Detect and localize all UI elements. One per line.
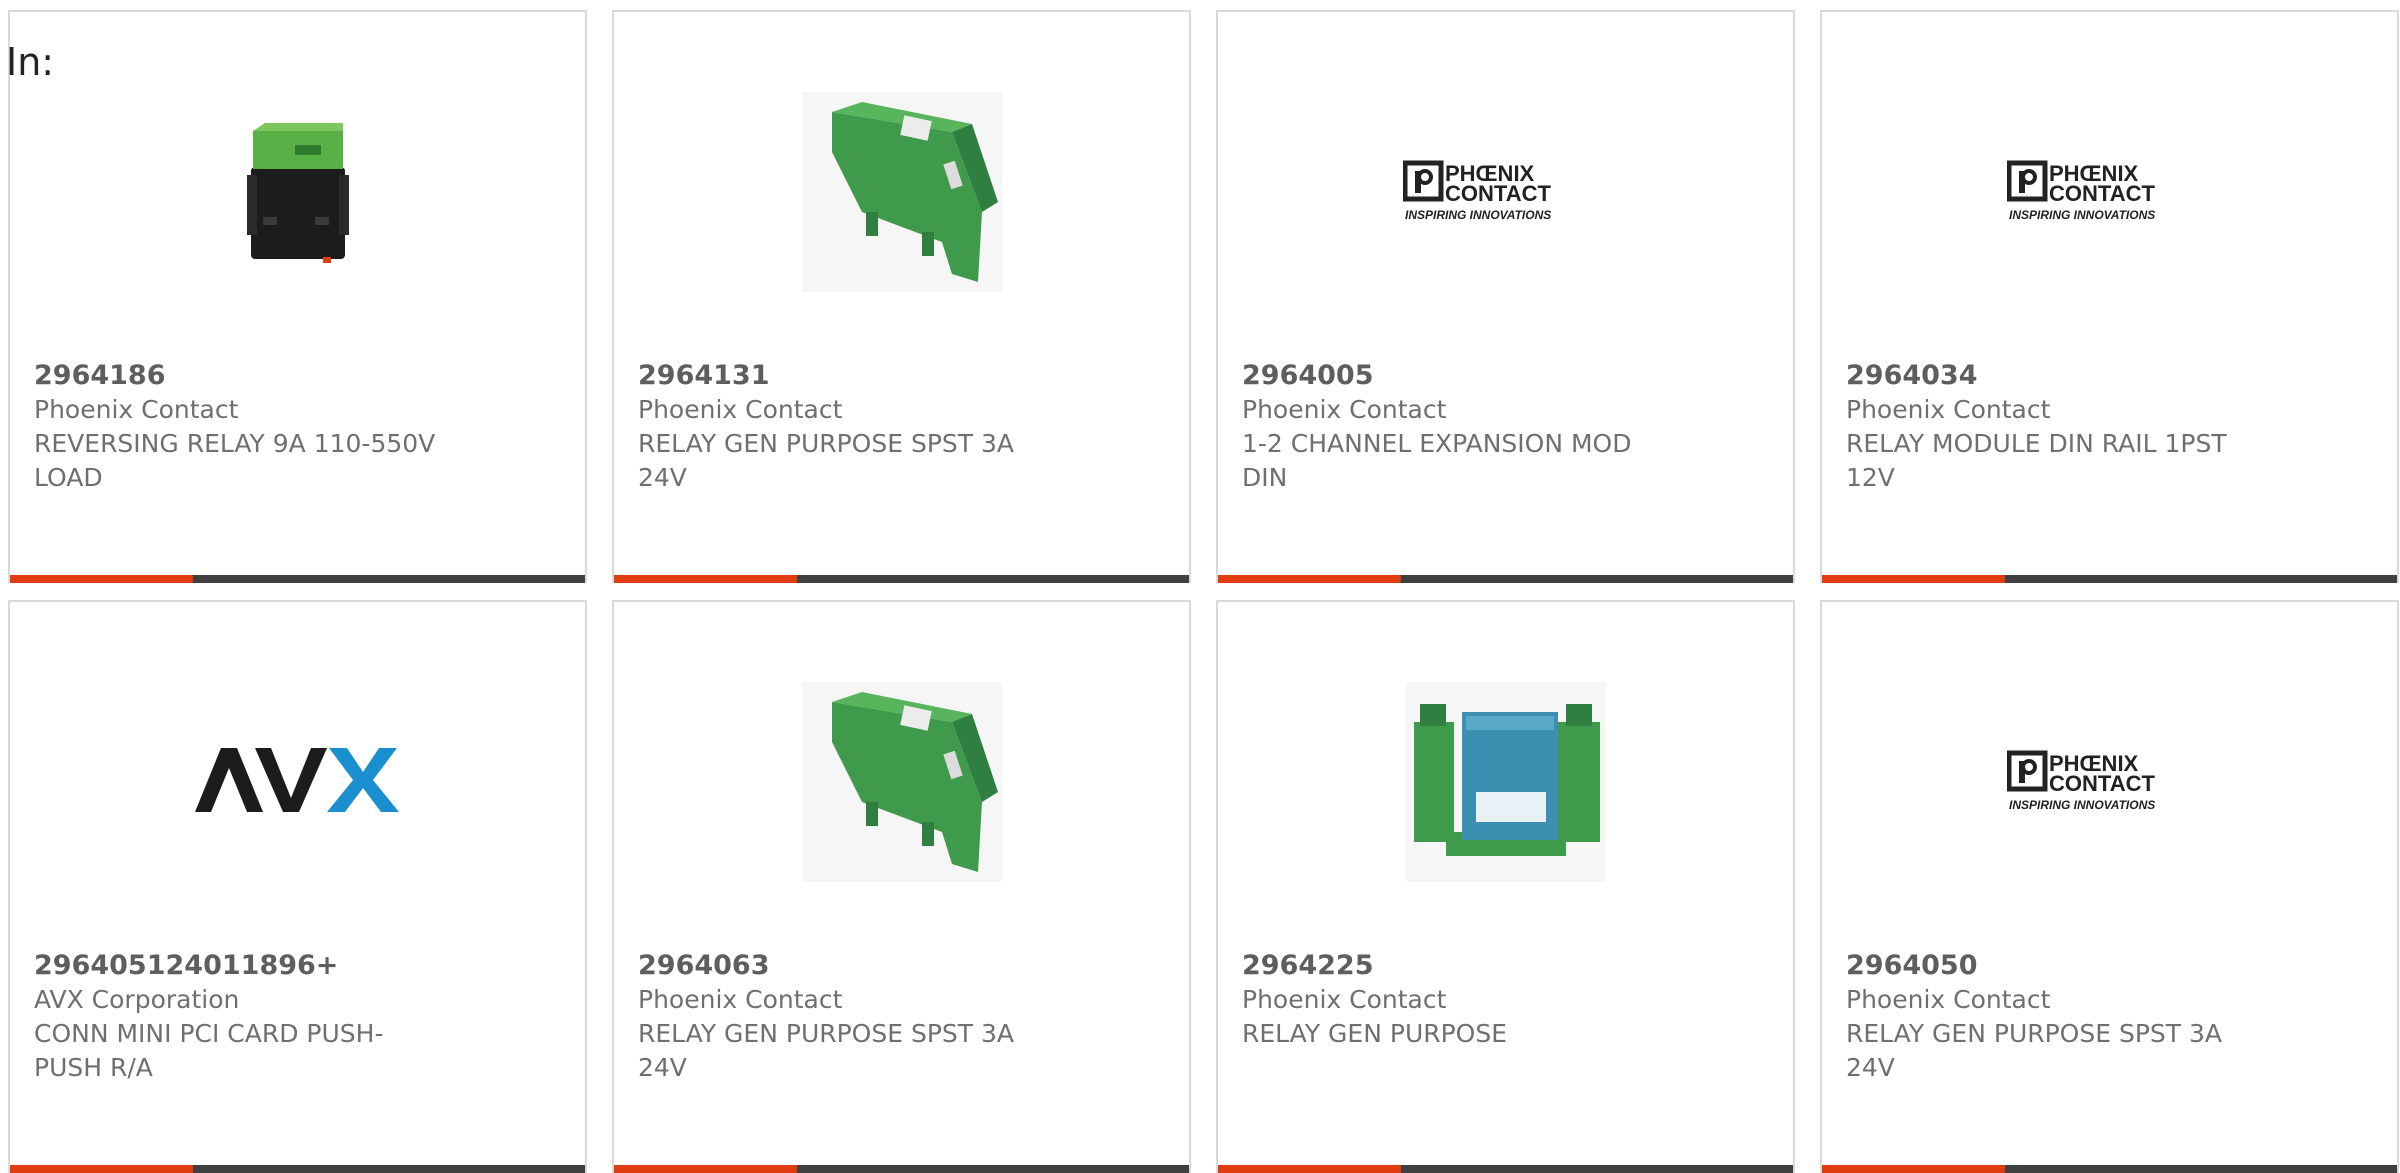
product-card[interactable]: 2964063 Phoenix Contact RELAY GEN PURPOS… (612, 600, 1191, 1173)
card-footer-accent (1218, 1165, 1401, 1173)
card-footer-bar (614, 1165, 1189, 1173)
phoenix-contact-logo-icon: PHŒNIX CONTACT INSPIRING INNOVATIONS (1403, 160, 1551, 222)
product-image[interactable] (10, 72, 585, 312)
card-footer-accent (1218, 575, 1401, 583)
product-info: 2964186 Phoenix Contact REVERSING RELAY … (34, 359, 474, 495)
product-info: 2964131 Phoenix Contact RELAY GEN PURPOS… (638, 359, 1078, 495)
card-footer-bar (1822, 575, 2397, 583)
product-info: 2964063 Phoenix Contact RELAY GEN PURPOS… (638, 949, 1078, 1085)
description: REVERSING RELAY 9A 110-550V (34, 429, 436, 458)
part-number-link[interactable]: 2964005 (1242, 359, 1682, 393)
product-grid: 2964186 Phoenix Contact REVERSING RELAY … (0, 0, 2400, 1173)
din-relay-icon (801, 682, 1002, 882)
card-footer-bar (1822, 1165, 2397, 1173)
description: 12V (1846, 463, 1895, 492)
card-footer-accent (614, 1165, 797, 1173)
product-info: 2964225 Phoenix Contact RELAY GEN PURPOS… (1242, 949, 1682, 1051)
part-number-link[interactable]: 2964186 (34, 359, 474, 393)
product-info: 2964050 Phoenix Contact RELAY GEN PURPOS… (1846, 949, 2286, 1085)
description: 24V (1846, 1053, 1895, 1082)
phoenix-contact-logo-icon: PHŒNIX CONTACT INSPIRING INNOVATIONS (2007, 750, 2155, 812)
product-card[interactable]: 2964186 Phoenix Contact REVERSING RELAY … (8, 10, 587, 583)
description: 1-2 CHANNEL EXPANSION MOD (1242, 429, 1632, 458)
part-number-link[interactable]: 2964063 (638, 949, 1078, 983)
product-card[interactable]: 296405124011896+ AVX Corporation CONN MI… (8, 600, 587, 1173)
card-footer-accent (10, 575, 193, 583)
description: 24V (638, 1053, 687, 1082)
card-footer-bar (10, 575, 585, 583)
manufacturer: Phoenix Contact (638, 395, 843, 424)
description: CONN MINI PCI CARD PUSH- (34, 1019, 384, 1048)
part-number-link[interactable]: 2964050 (1846, 949, 2286, 983)
part-number-link[interactable]: 2964034 (1846, 359, 2286, 393)
in-label: In: (6, 40, 55, 84)
svg-text:CONTACT: CONTACT (2049, 181, 2155, 206)
product-card[interactable]: PHŒNIX CONTACT INSPIRING INNOVATIONS 296… (1820, 10, 2399, 583)
manufacturer: Phoenix Contact (34, 395, 239, 424)
manufacturer: Phoenix Contact (1242, 395, 1447, 424)
manufacturer: Phoenix Contact (1846, 985, 2051, 1014)
card-footer-bar (1218, 1165, 1793, 1173)
card-footer-accent (1822, 1165, 2005, 1173)
product-image[interactable] (614, 72, 1189, 312)
relay-base-icon (1405, 682, 1606, 882)
description: DIN (1242, 463, 1288, 492)
description: RELAY GEN PURPOSE SPST 3A (1846, 1019, 2223, 1048)
avx-logo-icon (195, 748, 399, 812)
product-info: 296405124011896+ AVX Corporation CONN MI… (34, 949, 474, 1085)
description: RELAY MODULE DIN RAIL 1PST (1846, 429, 2227, 458)
product-card[interactable]: 2964225 Phoenix Contact RELAY GEN PURPOS… (1216, 600, 1795, 1173)
product-image[interactable] (614, 662, 1189, 902)
product-info: 2964005 Phoenix Contact 1-2 CHANNEL EXPA… (1242, 359, 1682, 495)
manufacturer: AVX Corporation (34, 985, 240, 1014)
product-card[interactable]: PHŒNIX CONTACT INSPIRING INNOVATIONS 296… (1216, 10, 1795, 583)
svg-text:INSPIRING INNOVATIONS: INSPIRING INNOVATIONS (1405, 208, 1551, 222)
card-footer-accent (614, 575, 797, 583)
description: RELAY GEN PURPOSE SPST 3A (638, 1019, 1015, 1048)
part-number-link[interactable]: 296405124011896+ (34, 949, 474, 983)
product-image[interactable] (1218, 662, 1793, 902)
svg-text:INSPIRING INNOVATIONS: INSPIRING INNOVATIONS (2009, 208, 2155, 222)
product-card[interactable]: PHŒNIX CONTACT INSPIRING INNOVATIONS 296… (1820, 600, 2399, 1173)
description: PUSH R/A (34, 1053, 153, 1082)
phoenix-contact-logo-icon: PHŒNIX CONTACT INSPIRING INNOVATIONS (2007, 160, 2155, 222)
product-image[interactable]: PHŒNIX CONTACT INSPIRING INNOVATIONS (1218, 72, 1793, 312)
description: RELAY GEN PURPOSE SPST 3A (638, 429, 1015, 458)
din-relay-icon (801, 92, 1002, 292)
manufacturer: Phoenix Contact (1242, 985, 1447, 1014)
card-footer-bar (10, 1165, 585, 1173)
description: RELAY GEN PURPOSE (1242, 1019, 1508, 1048)
svg-text:CONTACT: CONTACT (2049, 771, 2155, 796)
card-footer-accent (1822, 575, 2005, 583)
product-image[interactable]: PHŒNIX CONTACT INSPIRING INNOVATIONS (1822, 662, 2397, 902)
part-number-link[interactable]: 2964131 (638, 359, 1078, 393)
description: LOAD (34, 463, 103, 492)
manufacturer: Phoenix Contact (1846, 395, 2051, 424)
relay-photo-icon (246, 123, 349, 263)
product-info: 2964034 Phoenix Contact RELAY MODULE DIN… (1846, 359, 2286, 495)
card-footer-bar (614, 575, 1189, 583)
description: 24V (638, 463, 687, 492)
svg-text:CONTACT: CONTACT (1445, 181, 1551, 206)
card-footer-accent (10, 1165, 193, 1173)
card-footer-bar (1218, 575, 1793, 583)
product-card[interactable]: 2964131 Phoenix Contact RELAY GEN PURPOS… (612, 10, 1191, 583)
part-number-link[interactable]: 2964225 (1242, 949, 1682, 983)
manufacturer: Phoenix Contact (638, 985, 843, 1014)
product-image[interactable] (10, 662, 585, 902)
product-image[interactable]: PHŒNIX CONTACT INSPIRING INNOVATIONS (1822, 72, 2397, 312)
svg-text:INSPIRING INNOVATIONS: INSPIRING INNOVATIONS (2009, 798, 2155, 812)
